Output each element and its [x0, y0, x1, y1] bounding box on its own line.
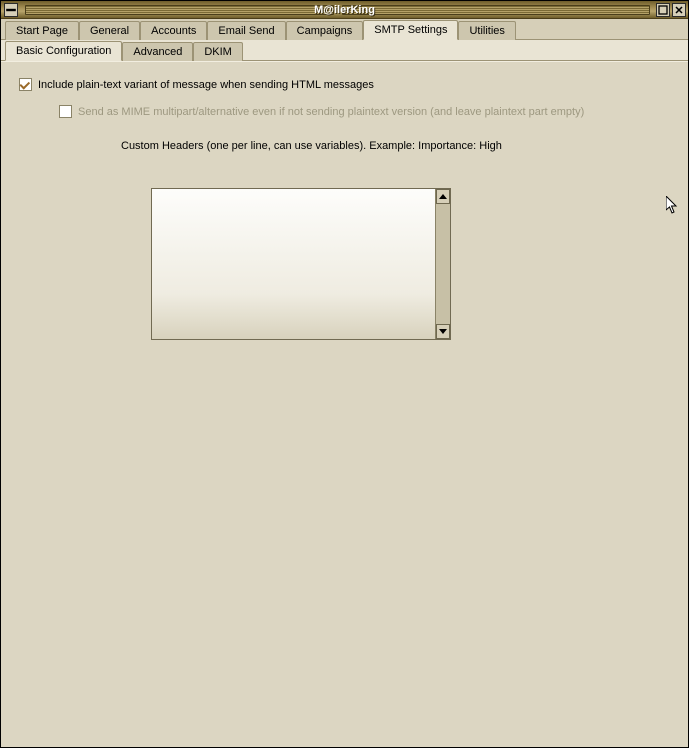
tab-accounts[interactable]: Accounts: [140, 21, 207, 40]
tab-label: Basic Configuration: [16, 45, 111, 57]
subtab-dkim[interactable]: DKIM: [193, 42, 243, 61]
titlebar[interactable]: M@ilerKing: [1, 1, 688, 19]
tab-label: Advanced: [133, 46, 182, 58]
include-plaintext-row: Include plain-text variant of message wh…: [19, 76, 688, 93]
main-tabstrip: Start Page General Accounts Email Send C…: [1, 19, 688, 40]
tab-label: Start Page: [16, 25, 68, 37]
scroll-up-button[interactable]: [436, 189, 450, 204]
scroll-down-button[interactable]: [436, 324, 450, 339]
include-plaintext-checkbox[interactable]: [19, 78, 32, 91]
tab-label: Utilities: [469, 25, 504, 37]
mime-multipart-checkbox[interactable]: [59, 105, 72, 118]
tab-label: DKIM: [204, 46, 232, 58]
window-buttons: [654, 3, 686, 17]
tab-label: SMTP Settings: [374, 24, 447, 36]
tab-general[interactable]: General: [79, 21, 140, 40]
scroll-track[interactable]: [436, 204, 450, 324]
titlebar-groove-right: [342, 5, 651, 15]
include-plaintext-label: Include plain-text variant of message wh…: [38, 79, 374, 91]
settings-panel: Include plain-text variant of message wh…: [1, 61, 688, 747]
tab-campaigns[interactable]: Campaigns: [286, 21, 364, 40]
tab-utilities[interactable]: Utilities: [458, 21, 515, 40]
maximize-button[interactable]: [656, 3, 670, 17]
custom-headers-textarea[interactable]: [151, 188, 451, 340]
tab-label: General: [90, 25, 129, 37]
mime-multipart-label: Send as MIME multipart/alternative even …: [78, 106, 584, 118]
custom-headers-label: Custom Headers (one per line, can use va…: [121, 140, 688, 152]
subtab-basic-configuration[interactable]: Basic Configuration: [5, 41, 122, 61]
tab-smtp-settings[interactable]: SMTP Settings: [363, 20, 458, 40]
tab-label: Accounts: [151, 25, 196, 37]
titlebar-groove-left: [25, 5, 334, 15]
system-menu-button[interactable]: [4, 3, 18, 17]
client-area: Start Page General Accounts Email Send C…: [1, 19, 688, 747]
sub-tabstrip: Basic Configuration Advanced DKIM: [1, 40, 688, 61]
close-button[interactable]: [672, 3, 686, 17]
tab-start-page[interactable]: Start Page: [5, 21, 79, 40]
tab-email-send[interactable]: Email Send: [207, 21, 285, 40]
subtab-advanced[interactable]: Advanced: [122, 42, 193, 61]
arrow-up-icon: [439, 194, 447, 199]
mime-multipart-row: Send as MIME multipart/alternative even …: [59, 103, 688, 120]
textarea-content[interactable]: [152, 189, 435, 339]
tab-label: Campaigns: [297, 25, 353, 37]
tab-label: Email Send: [218, 25, 274, 37]
app-window: M@ilerKing Start Page General Accounts E…: [0, 0, 689, 748]
vertical-scrollbar[interactable]: [435, 189, 450, 339]
arrow-down-icon: [439, 329, 447, 334]
